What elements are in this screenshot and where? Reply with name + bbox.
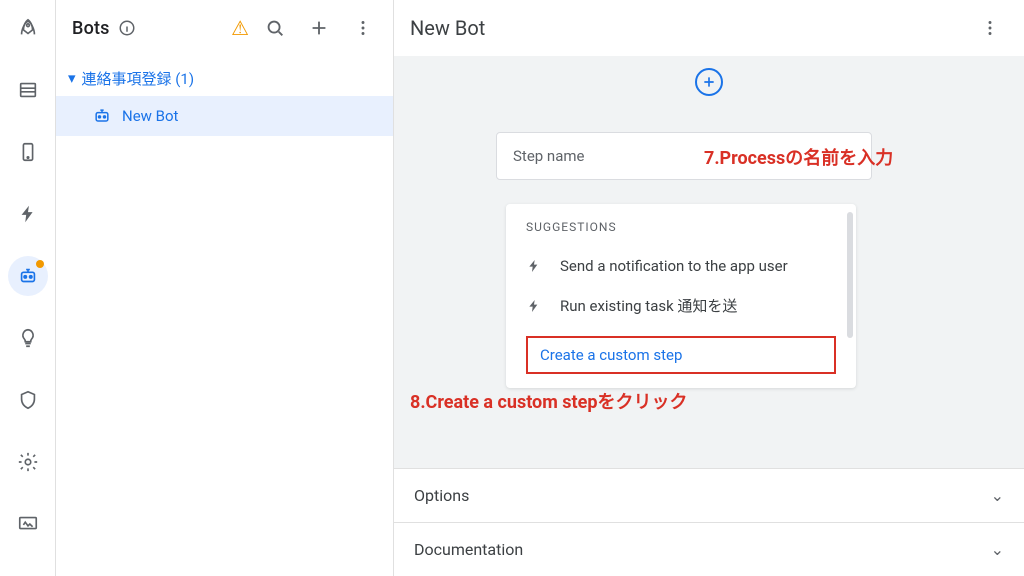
options-label: Options [414, 486, 469, 505]
nav-actions[interactable] [8, 194, 48, 234]
more-button[interactable] [345, 10, 381, 46]
warning-icon[interactable]: ⚠ [231, 16, 249, 40]
main-title: New Bot [410, 16, 485, 40]
main-header: New Bot [394, 0, 1024, 56]
nav-settings[interactable] [8, 442, 48, 482]
nav-manage[interactable] [8, 504, 48, 544]
bolt-icon [526, 258, 544, 280]
table-icon [17, 79, 39, 101]
nav-intelligence[interactable] [8, 318, 48, 358]
suggestions-panel: SUGGESTIONS Send a notification to the a… [506, 204, 856, 388]
suggestion-item[interactable]: Send a notification to the app user [506, 248, 856, 288]
bolt-icon [17, 203, 39, 225]
caret-down-icon: ▾ [68, 69, 76, 87]
monitor-icon [17, 513, 39, 535]
suggestion-item[interactable]: Run existing task 通知を送 [506, 288, 856, 328]
bulb-icon [17, 327, 39, 349]
suggestion-text: Run existing task 通知を送 [560, 296, 737, 317]
documentation-section[interactable]: Documentation ⌄ [394, 522, 1024, 576]
main-area: New Bot Step name 7.Processの名前を入力 SUGGES… [394, 0, 1024, 576]
nav-data[interactable] [8, 70, 48, 110]
gear-icon [17, 451, 39, 473]
notification-dot [36, 260, 44, 268]
bottom-sections: Options ⌄ Documentation ⌄ [394, 468, 1024, 576]
panel-title: Bots [72, 18, 110, 39]
tree-root-label: 連絡事項登録 (1) [82, 68, 195, 89]
suggestion-text: Send a notification to the app user [560, 256, 788, 277]
tablet-icon [17, 141, 39, 163]
add-button[interactable] [301, 10, 337, 46]
documentation-label: Documentation [414, 540, 523, 559]
chevron-down-icon: ⌄ [991, 486, 1004, 505]
create-custom-step-link[interactable]: Create a custom step [526, 336, 836, 374]
tree-root-item[interactable]: ▾ 連絡事項登録 (1) [56, 60, 393, 96]
bot-icon [17, 265, 39, 287]
canvas: Step name 7.Processの名前を入力 SUGGESTIONS Se… [394, 56, 1024, 576]
bot-tree: ▾ 連絡事項登録 (1) New Bot [56, 56, 393, 140]
add-step-button[interactable] [695, 68, 723, 96]
more-icon [352, 17, 374, 39]
scrollbar[interactable] [847, 212, 853, 338]
bolt-icon [526, 298, 544, 320]
nav-security[interactable] [8, 380, 48, 420]
nav-automation[interactable] [8, 256, 48, 296]
bot-icon [92, 106, 112, 126]
shield-icon [17, 389, 39, 411]
tree-child-item[interactable]: New Bot [56, 96, 393, 136]
create-custom-step-label: Create a custom step [540, 346, 682, 364]
annotation-7: 7.Processの名前を入力 [704, 144, 893, 170]
nav-rail [0, 0, 56, 576]
bots-panel: Bots ⚠ ▾ 連絡事項登録 (1) New Bot [56, 0, 394, 576]
chevron-down-icon: ⌄ [991, 540, 1004, 559]
options-section[interactable]: Options ⌄ [394, 468, 1024, 522]
panel-header: Bots ⚠ [56, 0, 393, 56]
info-icon[interactable] [118, 19, 136, 37]
suggestions-label: SUGGESTIONS [506, 220, 856, 248]
nav-views[interactable] [8, 132, 48, 172]
rocket-icon [17, 17, 39, 39]
nav-rocket[interactable] [8, 8, 48, 48]
tree-child-label: New Bot [122, 107, 178, 125]
plus-icon [308, 17, 330, 39]
search-button[interactable] [257, 10, 293, 46]
plus-icon [701, 74, 717, 90]
annotation-8: 8.Create a custom stepをクリック [410, 388, 687, 414]
more-icon [979, 17, 1001, 39]
step-name-placeholder: Step name [513, 147, 584, 165]
search-icon [264, 17, 286, 39]
main-more-button[interactable] [972, 10, 1008, 46]
